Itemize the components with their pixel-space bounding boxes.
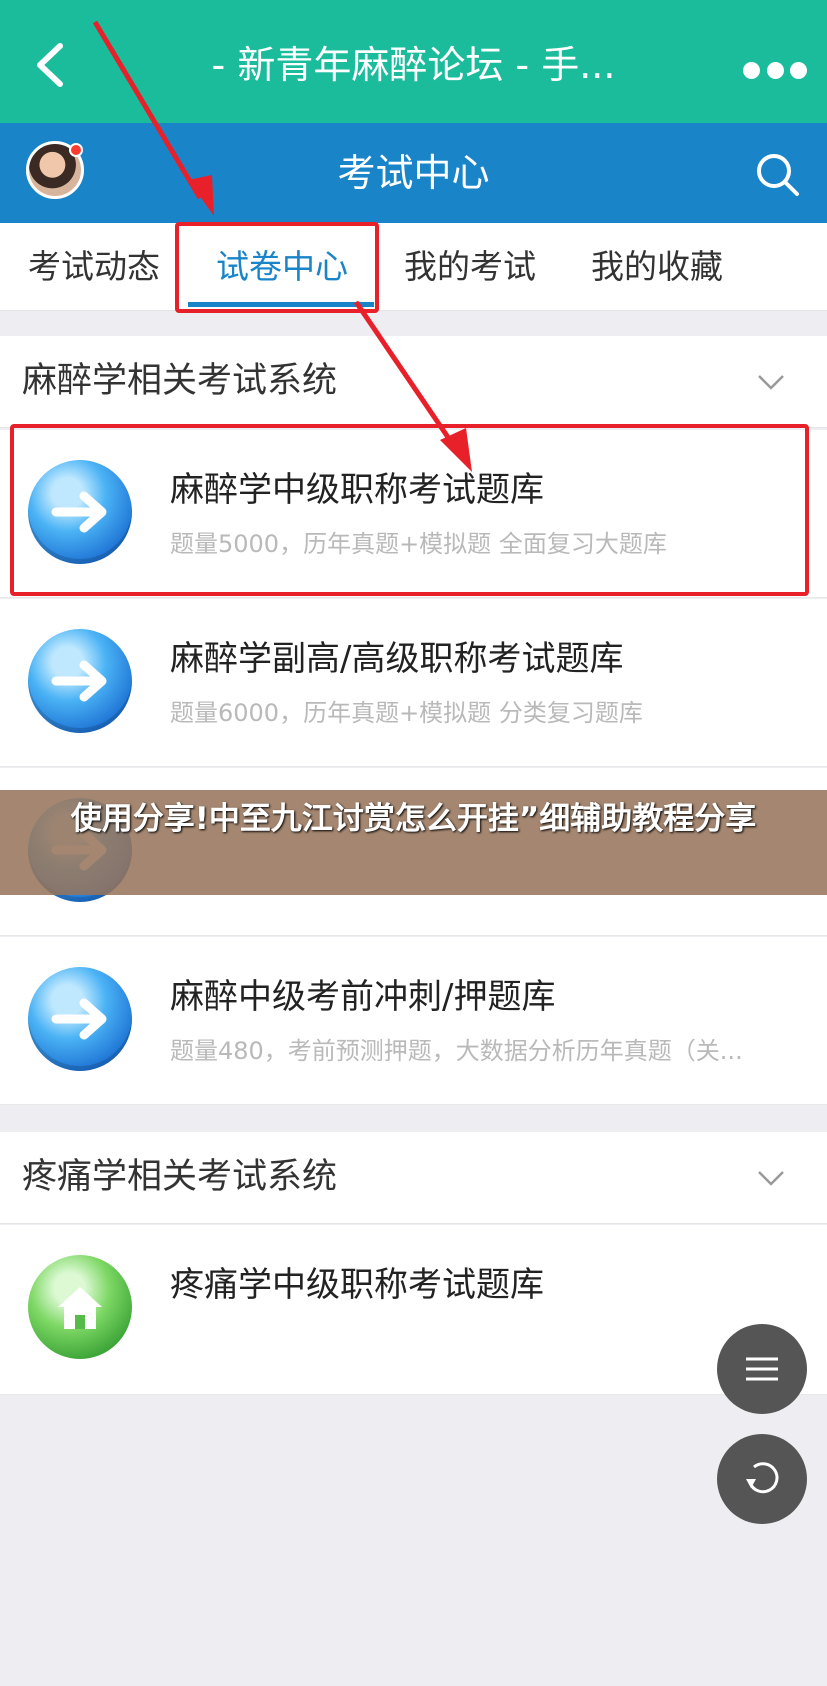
arrow-right-icon [28,967,132,1071]
top-navigation-bar: - 新青年麻醉论坛 - 手... [0,0,827,123]
refresh-icon [746,1462,779,1494]
user-avatar[interactable] [26,141,84,199]
chevron-down-icon [758,375,784,390]
item-title: 麻醉学副高/高级职称考试题库 [170,639,624,679]
item-title: 疼痛学中级职称考试题库 [170,1265,544,1305]
tab-bar: 考试动态 试卷中心 我的考试 我的收藏 [0,223,827,311]
search-icon[interactable] [753,150,801,198]
more-menu-icon[interactable] [743,62,807,86]
page-title: - 新青年麻醉论坛 - 手... [211,43,616,87]
tab-exam-news[interactable]: 考试动态 [28,243,160,291]
notification-dot [69,143,83,157]
list-item[interactable]: 疼痛学中级职称考试题库 [0,1225,827,1395]
tab-my-favorites[interactable]: 我的收藏 [591,243,723,291]
list-item[interactable]: 麻醉学副高/高级职称考试题库 题量6000，历年真题+模拟题 分类复习题库 [0,599,827,767]
section-header-pain[interactable]: 疼痛学相关考试系统 [0,1132,827,1224]
item-title: 麻醉中级考前冲刺/押题库 [170,977,556,1017]
exam-center-title: 考试中心 [337,151,490,195]
watermark-text: 使用分享!中至九江讨赏怎么开挂”细辅助教程分享 [70,801,757,837]
arrow-right-icon [28,629,132,733]
menu-fab[interactable] [717,1324,807,1414]
item-subtitle: 题量480，考前预测押题，大数据分析历年真题（关... [170,1037,743,1065]
hamburger-icon [746,1357,778,1381]
refresh-fab[interactable] [717,1434,807,1524]
app-screen: - 新青年麻醉论坛 - 手... 考试中心 考试动态 试卷中心 我的考试 我的收… [0,0,827,1686]
chevron-down-icon [758,1171,784,1186]
watermark-banner: 使用分享!中至九江讨赏怎么开挂”细辅助教程分享 [0,790,827,895]
section-title: 麻醉学相关考试系统 [22,361,338,401]
highlight-box-tab [175,222,379,313]
tab-my-exams[interactable]: 我的考试 [404,243,536,291]
item-subtitle: 题量6000，历年真题+模拟题 分类复习题库 [170,699,643,727]
list-item[interactable]: 麻醉中级考前冲刺/押题库 题量480，考前预测押题，大数据分析历年真题（关... [0,937,827,1105]
highlight-box-item [10,424,809,596]
home-icon [28,1255,132,1359]
section-header-anesthesiology[interactable]: 麻醉学相关考试系统 [0,336,827,428]
section-title: 疼痛学相关考试系统 [22,1157,338,1197]
back-arrow-icon[interactable] [30,40,75,90]
